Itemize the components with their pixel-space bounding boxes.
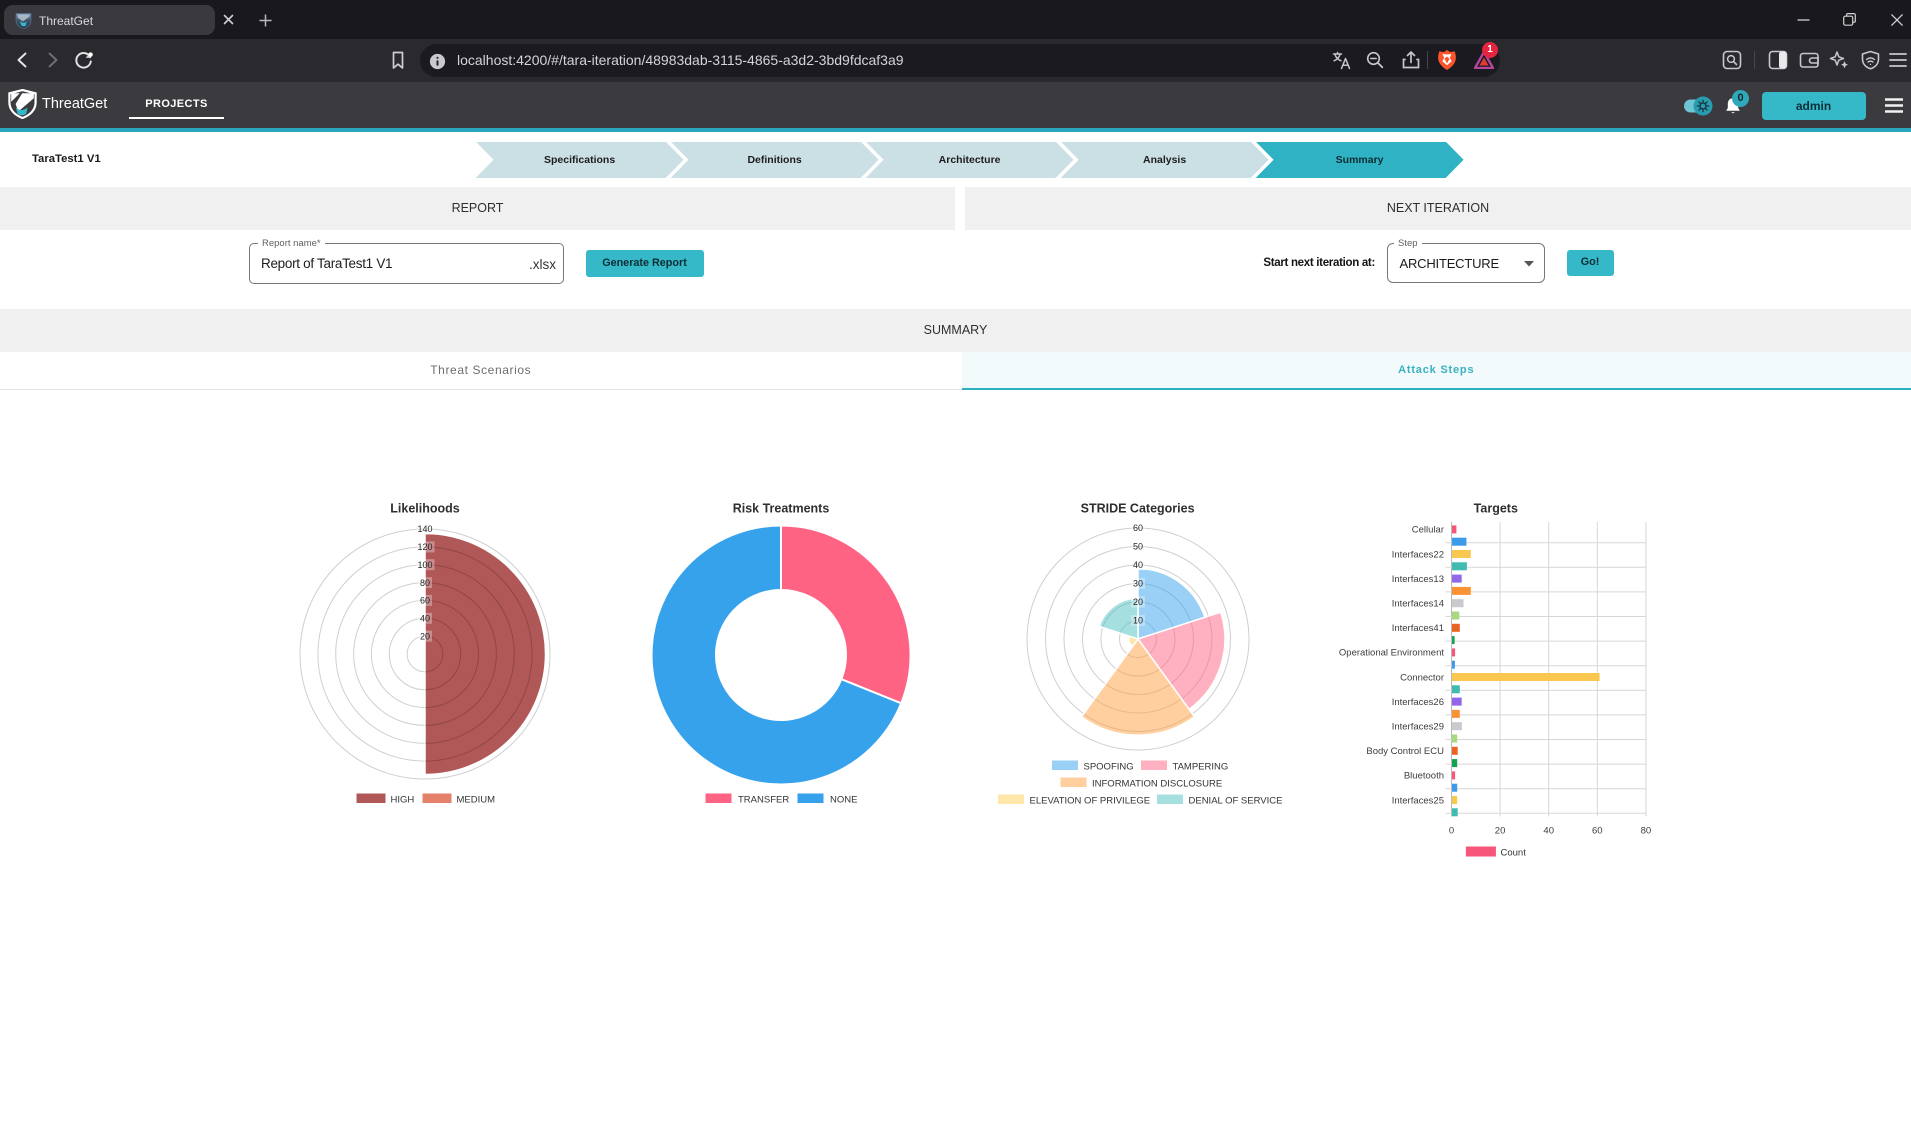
svg-text:Body Control ECU: Body Control ECU [1366,746,1444,757]
svg-text:Bluetooth: Bluetooth [1404,771,1444,782]
svg-text:Risk Treatments: Risk Treatments [733,502,830,516]
svg-text:40: 40 [1133,560,1143,570]
svg-text:140: 140 [417,524,432,534]
svg-text:60: 60 [1592,826,1603,837]
svg-text:20: 20 [1495,826,1506,837]
svg-text:60: 60 [420,596,430,606]
svg-text:NONE: NONE [830,795,857,806]
svg-text:50: 50 [1133,542,1143,552]
svg-text:Interfaces41: Interfaces41 [1392,623,1444,634]
svg-text:TRANSFER: TRANSFER [738,795,789,806]
svg-text:INFORMATION DISCLOSURE: INFORMATION DISCLOSURE [1092,779,1222,790]
svg-text:Likelihoods: Likelihoods [390,502,460,516]
svg-text:Connector: Connector [1400,672,1444,683]
svg-text:40: 40 [420,614,430,624]
svg-text:100: 100 [417,560,432,570]
svg-text:20: 20 [420,631,430,641]
svg-text:10: 10 [1133,616,1143,626]
svg-text:Interfaces29: Interfaces29 [1392,722,1444,733]
svg-text:Targets: Targets [1474,502,1518,516]
svg-text:60: 60 [1133,523,1143,533]
svg-text:Interfaces25: Interfaces25 [1392,795,1444,806]
svg-text:0: 0 [1449,826,1454,837]
svg-text:DENIAL OF SERVICE: DENIAL OF SERVICE [1189,796,1283,807]
svg-text:ELEVATION OF PRIVILEGE: ELEVATION OF PRIVILEGE [1030,796,1151,807]
svg-text:20: 20 [1133,597,1143,607]
svg-text:40: 40 [1543,826,1554,837]
svg-text:HIGH: HIGH [391,795,415,806]
svg-text:120: 120 [417,542,432,552]
svg-text:Operational Environment: Operational Environment [1339,648,1444,659]
svg-text:30: 30 [1133,579,1143,589]
svg-text:Interfaces22: Interfaces22 [1392,549,1444,560]
svg-text:Interfaces13: Interfaces13 [1392,574,1444,585]
svg-text:STRIDE Categories: STRIDE Categories [1081,502,1195,516]
svg-text:Cellular: Cellular [1412,525,1444,536]
svg-text:TAMPERING: TAMPERING [1173,762,1229,773]
svg-text:Count: Count [1501,848,1527,859]
svg-text:80: 80 [1641,826,1652,837]
svg-text:SPOOFING: SPOOFING [1084,762,1134,773]
svg-text:80: 80 [420,578,430,588]
svg-text:Interfaces26: Interfaces26 [1392,697,1444,708]
svg-text:Interfaces14: Interfaces14 [1392,599,1444,610]
svg-text:MEDIUM: MEDIUM [457,795,496,806]
